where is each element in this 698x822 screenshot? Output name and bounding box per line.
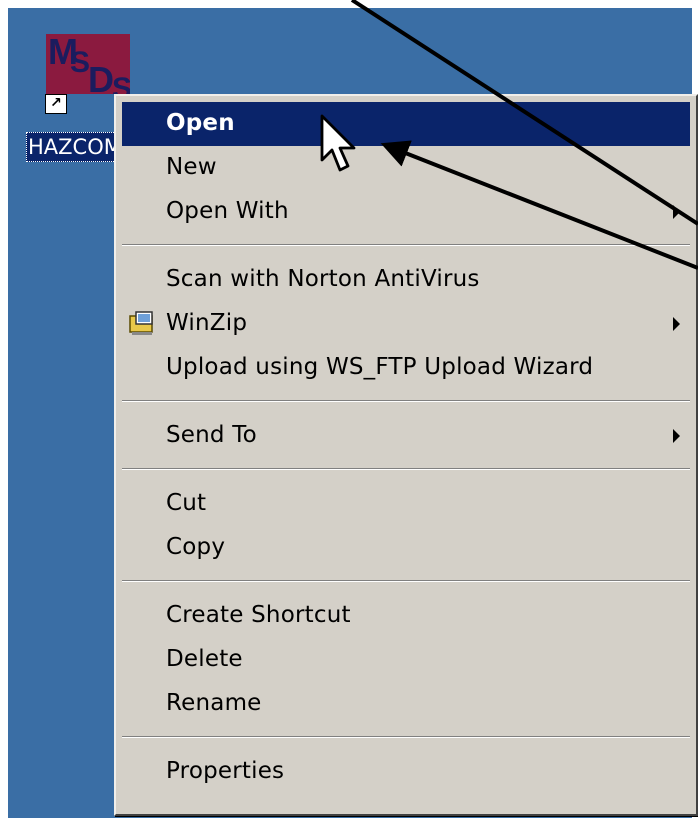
menu-item-label: WinZip	[166, 310, 248, 336]
context-menu: Open New Open With Scan with Norton AntiVir…	[114, 94, 698, 816]
menu-item-label: Open	[166, 110, 235, 136]
menu-item-copy[interactable]: Copy	[122, 526, 690, 570]
arrow-cursor-icon	[320, 114, 356, 172]
menu-item-scan-with-norton-antivirus[interactable]: Scan with Norton AntiVirus	[122, 258, 690, 302]
menu-separator	[122, 468, 690, 470]
menu-item-label: Cut	[166, 490, 207, 516]
winzip-icon	[129, 311, 153, 335]
menu-item-label: Upload using WS_FTP Upload Wizard	[166, 354, 594, 380]
menu-item-label: Delete	[166, 646, 243, 672]
menu-item-label: Send To	[166, 422, 257, 448]
shortcut-arrow-icon: ↗	[45, 94, 67, 114]
menu-item-label: Rename	[166, 690, 262, 716]
menu-item-create-shortcut[interactable]: Create Shortcut	[122, 594, 690, 638]
menu-item-label: New	[166, 154, 217, 180]
submenu-arrow-icon	[673, 205, 680, 219]
menu-item-new[interactable]: New	[122, 146, 690, 190]
menu-item-label: Scan with Norton AntiVirus	[166, 266, 480, 292]
logo-letter-d: D	[88, 59, 114, 95]
menu-separator	[122, 400, 690, 402]
menu-item-cut[interactable]: Cut	[122, 482, 690, 526]
menu-separator	[122, 580, 690, 582]
menu-item-open[interactable]: Open	[122, 102, 690, 146]
menu-separator	[122, 736, 690, 738]
menu-item-label: Properties	[166, 758, 285, 784]
menu-item-label: Copy	[166, 534, 226, 560]
submenu-arrow-icon	[673, 317, 680, 331]
menu-item-send-to[interactable]: Send To	[122, 414, 690, 458]
menu-item-properties[interactable]: Properties	[122, 750, 690, 794]
menu-item-label: Open With	[166, 198, 289, 224]
menu-item-open-with[interactable]: Open With	[122, 190, 690, 234]
shortcut-label[interactable]: HAZCOM MSDS	[26, 132, 128, 162]
logo-letter-s: S	[70, 46, 91, 79]
logo-letter-s2: S	[112, 72, 130, 95]
menu-item-winzip[interactable]: WinZip	[122, 302, 690, 346]
menu-item-label: Create Shortcut	[166, 602, 351, 628]
menu-item-delete[interactable]: Delete	[122, 638, 690, 682]
submenu-arrow-icon	[673, 429, 680, 443]
menu-separator	[122, 244, 690, 246]
menu-item-rename[interactable]: Rename	[122, 682, 690, 726]
msds-shortcut-icon[interactable]: M S D S	[46, 34, 130, 94]
menu-item-upload-using-ws-ftp-upload-wizard[interactable]: Upload using WS_FTP Upload Wizard	[122, 346, 690, 390]
